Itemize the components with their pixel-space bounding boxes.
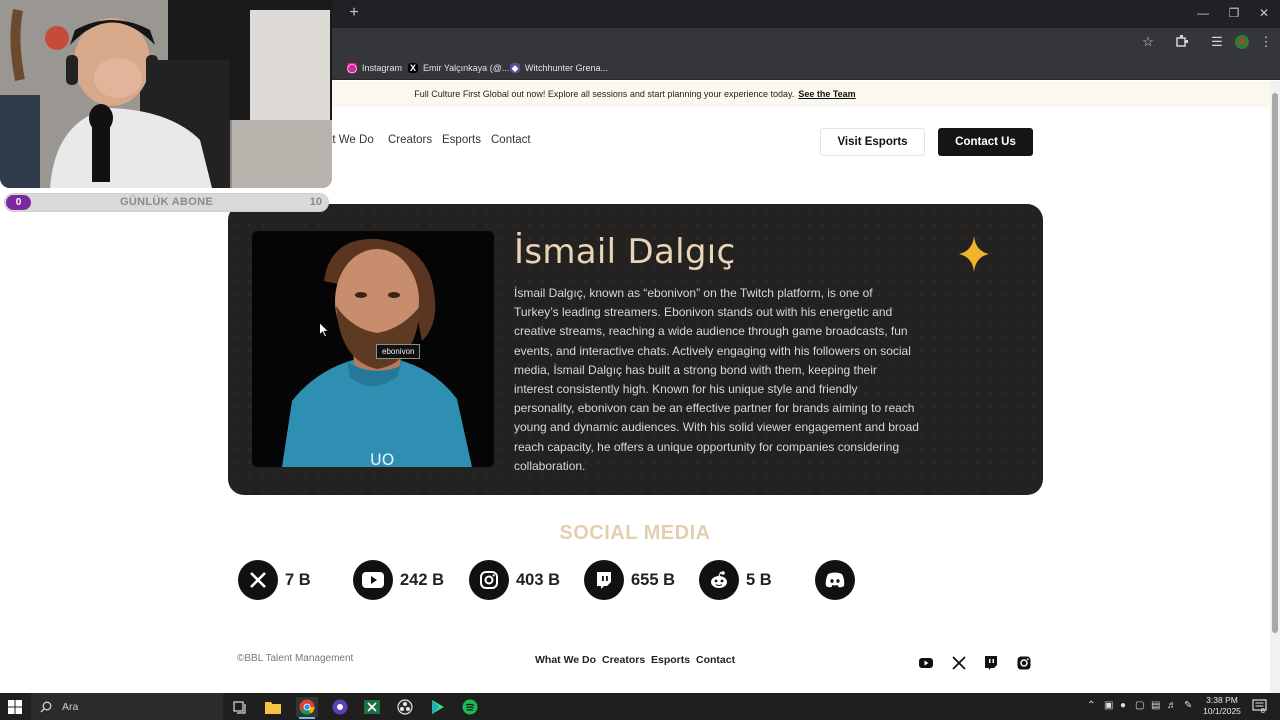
reddit-follower-count: 5 B xyxy=(746,570,772,589)
creator-name: İsmail Dalgıç xyxy=(514,232,736,272)
twitch-icon[interactable] xyxy=(584,560,624,600)
instagram-icon[interactable] xyxy=(1016,655,1032,671)
social-media-heading: SOCIAL MEDIA xyxy=(559,522,711,544)
social-discord[interactable] xyxy=(815,560,855,600)
svg-text:UO: UO xyxy=(370,450,394,467)
social-instagram[interactable]: 403 B xyxy=(469,560,560,600)
close-icon[interactable]: ✕ xyxy=(1251,4,1277,22)
nav-esports[interactable]: Esports xyxy=(442,134,481,146)
footer-what-we-do[interactable]: What We Do xyxy=(535,654,596,666)
webcam-overlay xyxy=(0,0,332,188)
minimize-icon[interactable]: — xyxy=(1190,4,1216,22)
instagram-icon: ◯ xyxy=(347,63,358,73)
clock-date: 10/1/2025 xyxy=(1203,706,1241,716)
clock-time: 3:38 PM xyxy=(1206,695,1238,705)
x-logo-icon: X xyxy=(408,63,418,73)
system-clock[interactable]: 3:38 PM 10/1/2025 xyxy=(1196,695,1248,717)
see-the-team-link[interactable]: See the Team xyxy=(798,89,855,99)
subscriber-goal-bar: 0 GÜNLÜK ABONE 10 xyxy=(4,193,329,212)
bookmark-x-profile[interactable]: X Emir Yalçınkaya (@... xyxy=(408,61,509,75)
creator-bio: İsmail Dalgıç, known as “ebonivon” on th… xyxy=(514,286,919,473)
mouse-cursor-icon xyxy=(319,322,329,338)
search-placeholder: Ara xyxy=(62,700,79,713)
shield-icon: ◆ xyxy=(510,63,520,73)
reddit-icon[interactable] xyxy=(699,560,739,600)
spotify-icon[interactable] xyxy=(459,697,481,717)
visit-esports-button[interactable]: Visit Esports xyxy=(820,128,925,156)
youtube-follower-count: 242 B xyxy=(400,570,445,589)
search-icon xyxy=(40,701,52,712)
x-logo-icon[interactable] xyxy=(951,655,967,671)
windows-start-icon[interactable] xyxy=(8,700,22,714)
active-app-indicator xyxy=(299,717,315,719)
restore-icon[interactable]: ❐ xyxy=(1221,4,1247,22)
scrollbar-thumb[interactable] xyxy=(1272,93,1278,633)
social-youtube[interactable]: 242 B xyxy=(353,560,444,600)
instagram-follower-count: 403 B xyxy=(516,570,561,589)
footer-creators[interactable]: Creators xyxy=(602,654,645,666)
discord-icon[interactable] xyxy=(815,560,855,600)
bookmark-label: Emir Yalçınkaya (@... xyxy=(423,63,510,73)
nav-what-we-do[interactable]: at We Do xyxy=(326,134,374,146)
footer-esports[interactable]: Esports xyxy=(651,654,690,666)
volume-icon[interactable]: ♬ xyxy=(1167,699,1177,713)
twitch-icon[interactable] xyxy=(983,655,999,671)
social-x[interactable]: 7 B xyxy=(238,560,311,600)
social-twitch[interactable]: 655 B xyxy=(584,560,675,600)
pen-icon[interactable]: ✎ xyxy=(1184,699,1192,713)
obs-icon[interactable] xyxy=(394,697,416,717)
notification-center-icon[interactable]: 8 xyxy=(1252,699,1270,715)
file-explorer-icon[interactable] xyxy=(262,697,284,717)
twitch-follower-count: 655 B xyxy=(631,570,676,589)
bookmark-label: Witchhunter Grena... xyxy=(525,63,609,73)
browser-menu-icon[interactable]: ⋮ xyxy=(1257,34,1275,50)
youtube-icon[interactable] xyxy=(353,560,393,600)
microphone-icon[interactable]: ● xyxy=(1120,699,1126,713)
sparkle-icon xyxy=(959,236,989,272)
creator-photo: UO ebonivon xyxy=(252,231,494,467)
bookmark-instagram[interactable]: ◯ Instagram xyxy=(347,61,402,75)
tray-overflow-icon[interactable]: ⌃ xyxy=(1087,699,1095,713)
taskbar-search[interactable]: Ara xyxy=(31,693,223,720)
instagram-icon[interactable] xyxy=(469,560,509,600)
creator-card: UO ebonivon İsmail Dalgıç İsmail Dalgıç,… xyxy=(228,204,1043,495)
photo-name-tag: ebonivon xyxy=(376,344,421,359)
display-icon[interactable]: ▢ xyxy=(1135,699,1144,713)
new-tab-button[interactable]: + xyxy=(345,4,363,22)
network-icon[interactable]: ▤ xyxy=(1151,699,1160,713)
subscriber-goal-target: 10 xyxy=(309,196,322,208)
contact-us-button[interactable]: Contact Us xyxy=(938,128,1033,156)
bookmark-label: Instagram xyxy=(362,63,403,73)
excel-icon[interactable] xyxy=(361,697,383,717)
media-control-icon[interactable]: ☰ xyxy=(1208,34,1226,50)
nav-creators[interactable]: Creators xyxy=(388,134,432,146)
bookmark-witchhunter[interactable]: ◆ Witchhunter Grena... xyxy=(510,61,608,75)
bookmark-star-icon[interactable]: ☆ xyxy=(1139,34,1157,50)
page-scrollbar[interactable] xyxy=(1270,81,1280,693)
task-view-icon[interactable] xyxy=(229,697,251,717)
chrome-icon[interactable] xyxy=(296,697,318,717)
profile-avatar[interactable] xyxy=(1233,34,1251,50)
announcement-text: Full Culture First Global out now! Explo… xyxy=(414,89,795,99)
youtube-icon[interactable] xyxy=(918,655,934,671)
play-store-icon[interactable] xyxy=(427,697,449,717)
tray-app-icon[interactable]: ▣ xyxy=(1104,699,1113,713)
nav-contact[interactable]: Contact xyxy=(491,134,531,146)
x-logo-icon[interactable] xyxy=(238,560,278,600)
subscriber-goal-label: GÜNLÜK ABONE xyxy=(119,196,214,208)
notification-count: 8 xyxy=(1261,708,1265,715)
social-reddit[interactable]: 5 B xyxy=(699,560,772,600)
chrome-profile-icon[interactable] xyxy=(329,697,351,717)
footer-copyright: ©BBL Talent Management xyxy=(237,653,354,664)
footer-contact[interactable]: Contact xyxy=(696,654,735,666)
extensions-icon[interactable] xyxy=(1173,34,1191,50)
x-follower-count: 7 B xyxy=(285,570,311,589)
